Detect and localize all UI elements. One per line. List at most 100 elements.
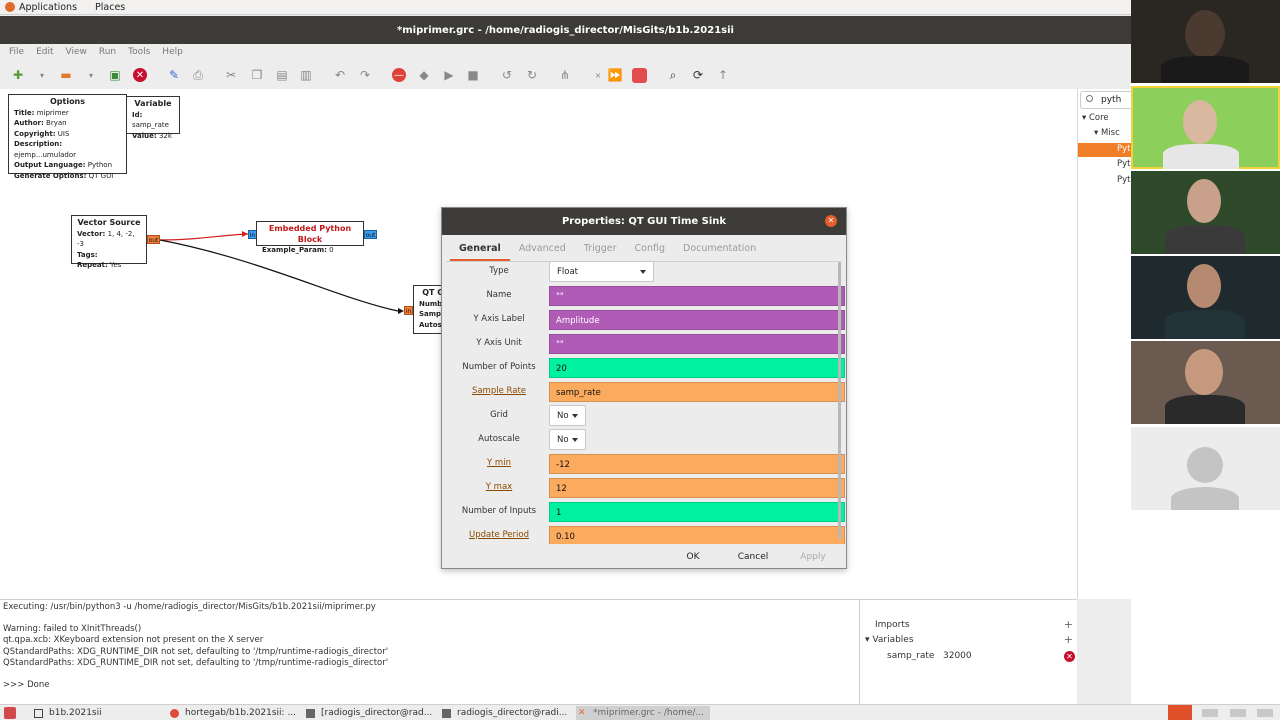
execute-icon[interactable]: ▶ — [441, 67, 457, 83]
bypass-icon[interactable]: ⋔ — [557, 67, 573, 83]
prop-label: Y max — [485, 482, 513, 492]
apply-button[interactable]: Apply — [794, 548, 832, 566]
enable-icon[interactable]: ⏩ — [607, 67, 623, 83]
tab-config[interactable]: Config — [626, 243, 674, 261]
workspace-2[interactable] — [1202, 709, 1218, 717]
taskbar-item-terminal-1[interactable]: [radiogis_director@rad... — [304, 706, 434, 720]
menu-run[interactable]: Run — [99, 47, 116, 57]
embedded-python-out-port[interactable]: out — [364, 230, 377, 239]
participant-video-4[interactable] — [1131, 256, 1280, 339]
vector-source-out-port[interactable]: out — [147, 235, 160, 244]
tree-item-python-3[interactable]: Pyt — [1117, 175, 1131, 185]
tab-advanced[interactable]: Advanced — [510, 243, 575, 261]
ok-button[interactable]: OK — [678, 548, 708, 566]
reload-icon[interactable]: ⟳ — [690, 67, 706, 83]
new-dropdown-chevron-icon[interactable]: ▾ — [34, 67, 50, 83]
connection-red[interactable] — [159, 233, 249, 241]
edit-properties-icon[interactable]: ✎ — [166, 67, 182, 83]
redo-icon[interactable]: ↷ — [357, 67, 373, 83]
tree-item-misc[interactable]: ▾ Misc — [1094, 128, 1120, 138]
open-folder-icon[interactable]: ▬ — [58, 67, 74, 83]
disable-icon[interactable]: × — [590, 67, 606, 83]
menu-edit[interactable]: Edit — [36, 47, 53, 57]
rotate-cw-icon[interactable]: ↻ — [524, 67, 540, 83]
tree-item-python-2[interactable]: Pyt — [1117, 159, 1131, 169]
paste-icon[interactable]: ▤ — [274, 67, 290, 83]
open-dropdown-chevron-icon[interactable]: ▾ — [83, 67, 99, 83]
stop-icon[interactable]: ■ — [465, 67, 481, 83]
tree-item-core[interactable]: ▾ Core — [1082, 113, 1109, 123]
close-file-icon[interactable]: ✕ — [133, 68, 147, 82]
cut-icon[interactable]: ✂ — [223, 67, 239, 83]
options-title: Options — [49, 97, 86, 106]
y-axis-unit-field[interactable]: "" — [549, 334, 845, 354]
participant-head — [1183, 100, 1217, 144]
variables-toggle[interactable]: ▾ Variables — [865, 635, 914, 645]
add-variable-icon[interactable]: + — [1064, 633, 1073, 646]
cancel-button[interactable]: Cancel — [732, 548, 774, 566]
participant-video-1[interactable] — [1131, 0, 1280, 83]
menu-view[interactable]: View — [66, 47, 87, 57]
applications-menu[interactable]: Applications — [19, 2, 77, 13]
autoscale-select[interactable]: No — [549, 429, 586, 450]
number-of-inputs-field[interactable]: 1 — [549, 502, 845, 522]
variable-name[interactable]: samp_rate — [887, 651, 934, 661]
block-stop-icon[interactable] — [632, 68, 647, 83]
name-field[interactable]: "" — [549, 286, 845, 306]
participant-video-6[interactable] — [1131, 427, 1280, 510]
workspace-1[interactable] — [1168, 705, 1192, 720]
undo-icon[interactable]: ↶ — [332, 67, 348, 83]
avatar-placeholder-head — [1187, 447, 1223, 483]
taskbar-item-browser[interactable]: hortegab/b1b.2021sii: ... — [168, 706, 298, 720]
block-search-input[interactable]: pyth — [1080, 91, 1131, 109]
taskbar-item-files[interactable]: b1b.2021sii — [32, 706, 162, 720]
workspace-3[interactable] — [1230, 709, 1246, 717]
save-icon[interactable]: ▣ — [107, 67, 123, 83]
properties-scrollbar[interactable] — [838, 262, 841, 539]
copy-icon[interactable]: ❐ — [249, 67, 265, 83]
variable-block[interactable]: Variable Id: samp_rate Value: 32k — [126, 96, 180, 140]
qt-sink-in-port[interactable]: in — [404, 306, 413, 315]
show-desktop-icon[interactable] — [4, 707, 16, 719]
generate-icon[interactable]: ◆ — [416, 67, 432, 83]
taskbar-item-terminal-2[interactable]: radiogis_director@radi... — [440, 706, 570, 720]
sample-rate-field[interactable]: samp_rate — [549, 382, 845, 402]
tree-item-python-1[interactable]: Pyt — [1117, 144, 1131, 154]
grid-select[interactable]: No — [549, 405, 586, 426]
find-icon[interactable]: ⌕ — [665, 67, 681, 83]
dialog-close-icon[interactable]: ✕ — [825, 215, 837, 227]
tab-documentation[interactable]: Documentation — [674, 243, 765, 261]
participant-video-5[interactable] — [1131, 341, 1280, 424]
participant-head — [1185, 349, 1223, 395]
y-max-field[interactable]: 12 — [549, 478, 845, 498]
connect-icon[interactable]: ↑ — [715, 67, 731, 83]
participant-head — [1185, 10, 1225, 58]
tab-general[interactable]: General — [450, 243, 510, 261]
menu-tools[interactable]: Tools — [128, 47, 150, 57]
embedded-python-block[interactable]: Embedded Python Block Example_Param: 0 — [256, 221, 364, 254]
update-period-field[interactable]: 0.10 — [549, 526, 845, 544]
options-block[interactable]: Options Title: miprimer Author: Bryan Co… — [8, 94, 127, 180]
print-icon[interactable]: ⎙ — [190, 67, 206, 83]
menu-help[interactable]: Help — [162, 47, 183, 57]
y-axis-label-field[interactable]: Amplitude — [549, 310, 845, 330]
places-menu[interactable]: Places — [95, 2, 125, 13]
console-output[interactable]: Executing: /usr/bin/python3 -u /home/rad… — [0, 599, 859, 704]
delete-icon[interactable]: ▥ — [298, 67, 314, 83]
new-file-icon[interactable]: ✚ — [10, 67, 26, 83]
menu-file[interactable]: File — [9, 47, 24, 57]
taskbar-item-grc[interactable]: ✕ *miprimer.grc - /home/... — [576, 706, 710, 720]
type-select[interactable]: Float — [549, 261, 654, 282]
remove-variable-icon[interactable]: ✕ — [1064, 651, 1075, 662]
kill-icon[interactable]: — — [392, 68, 406, 82]
rotate-ccw-icon[interactable]: ↺ — [499, 67, 515, 83]
participant-video-2[interactable] — [1131, 86, 1280, 169]
add-import-icon[interactable]: + — [1064, 618, 1073, 631]
workspace-4[interactable] — [1257, 709, 1273, 717]
y-min-field[interactable]: -12 — [549, 454, 845, 474]
imports-label[interactable]: Imports — [875, 620, 910, 630]
vector-source-block[interactable]: Vector Source Vector: 1, 4, -2, -3 Tags:… — [71, 215, 147, 269]
participant-video-3[interactable] — [1131, 171, 1280, 254]
number-of-points-field[interactable]: 20 — [549, 358, 845, 378]
tab-trigger[interactable]: Trigger — [575, 243, 626, 261]
